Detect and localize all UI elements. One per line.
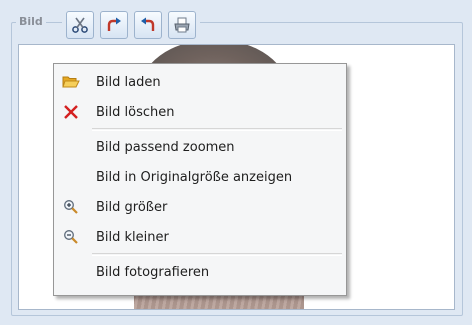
image-toolbar — [62, 11, 200, 40]
menu-item-take-photo[interactable]: Bild fotografieren — [54, 257, 346, 287]
group-title: Bild — [16, 15, 46, 28]
menu-item-label: Bild laden — [96, 74, 161, 90]
menu-item-label: Bild kleiner — [96, 229, 169, 245]
menu-item-label: Bild in Originalgröße anzeigen — [96, 169, 293, 185]
zoom-out-icon — [62, 228, 80, 246]
menu-item-zoom-to-fit[interactable]: Bild passend zoomen — [54, 132, 346, 162]
rotate-left-button[interactable] — [134, 11, 162, 39]
undo-arrow-icon — [141, 17, 155, 31]
folder-open-icon — [62, 73, 80, 91]
printer-icon — [174, 17, 190, 33]
cut-button[interactable] — [66, 11, 94, 39]
menu-item-delete-image[interactable]: Bild löschen — [54, 97, 346, 127]
menu-item-load-image[interactable]: Bild laden — [54, 67, 346, 97]
menu-item-zoom-in[interactable]: Bild größer — [54, 192, 346, 222]
redo-arrow-icon — [107, 17, 121, 31]
menu-item-label: Bild passend zoomen — [96, 139, 235, 155]
context-menu: Bild laden Bild löschen Bild passend zoo… — [53, 63, 347, 296]
rotate-right-button[interactable] — [100, 11, 128, 39]
menu-item-label: Bild fotografieren — [96, 264, 210, 280]
menu-item-zoom-out[interactable]: Bild kleiner — [54, 222, 346, 252]
print-button[interactable] — [168, 11, 196, 39]
red-x-icon — [62, 103, 80, 121]
menu-separator — [92, 128, 342, 131]
menu-item-original-size[interactable]: Bild in Originalgröße anzeigen — [54, 162, 346, 192]
scissors-icon — [72, 17, 88, 33]
menu-item-label: Bild löschen — [96, 104, 175, 120]
menu-separator — [92, 253, 342, 256]
menu-item-label: Bild größer — [96, 199, 168, 215]
zoom-in-icon — [62, 198, 80, 216]
